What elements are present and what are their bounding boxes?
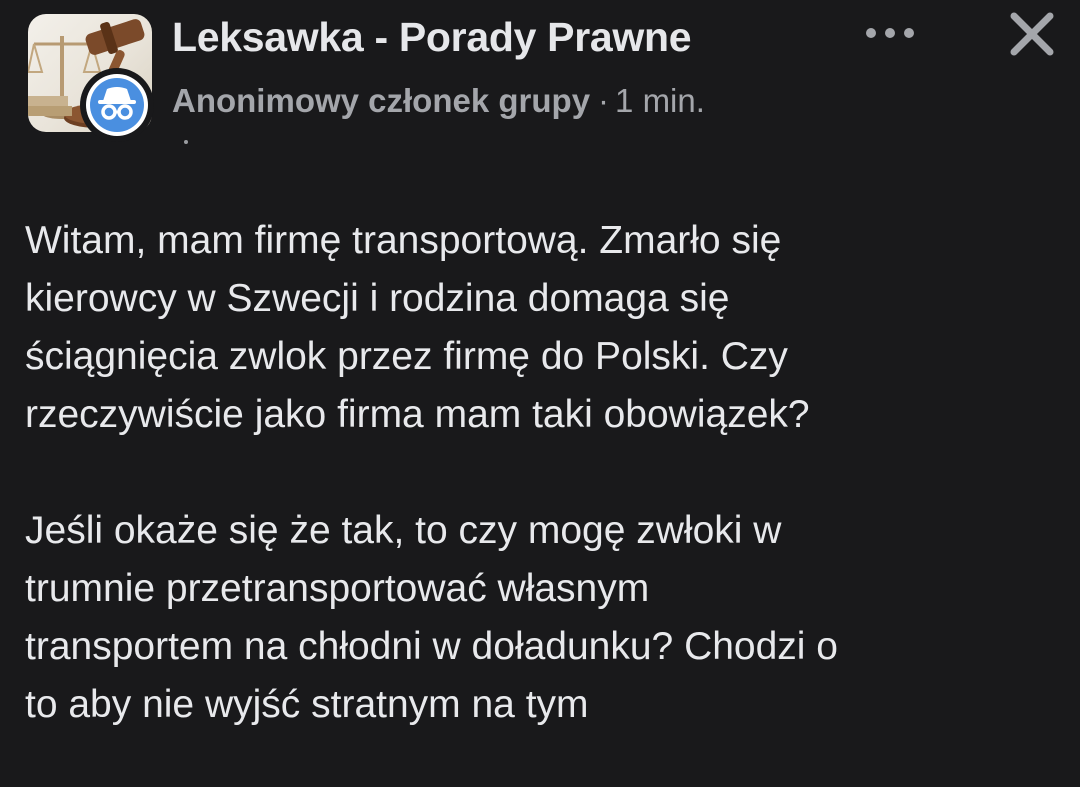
more-options-icon — [904, 28, 914, 38]
text-line: kierowcy w Szwecji i rodzina domaga się — [25, 277, 730, 320]
post-paragraph: Jeśli okaże się że tak, to czy mogę zwło… — [25, 502, 1065, 734]
anonymous-member-icon — [90, 78, 144, 132]
text-line: trumnie przetransportować własnym — [25, 567, 650, 610]
close-icon — [1010, 12, 1054, 56]
close-button[interactable] — [1004, 6, 1060, 62]
text-line: to aby nie wyjść stratnym na tym — [25, 683, 589, 726]
author-name[interactable]: Anonimowy członek grupy — [172, 82, 590, 119]
post-time[interactable]: 1 min. — [615, 82, 705, 119]
text-line: Jeśli okaże się że tak, to czy mogę zwło… — [25, 509, 782, 552]
text-line: ściągnięcia zwlok przez firmę do Polski.… — [25, 335, 788, 378]
text-line: transportem na chłodni w doładunku? Chod… — [25, 625, 839, 668]
post-header: Leksawka - Porady Prawne Anonimowy człon… — [0, 0, 1080, 150]
text-line: Witam, mam firmę transportową. Zmarło si… — [25, 219, 782, 262]
anonymous-member-badge[interactable] — [80, 68, 154, 142]
meta-separator: · — [598, 82, 610, 119]
more-options-button[interactable] — [858, 14, 922, 48]
post-paragraph: Witam, mam firmę transportową. Zmarło si… — [25, 212, 1065, 444]
member-badge-inner — [86, 74, 148, 136]
privacy-dot-icon — [184, 140, 188, 144]
group-name[interactable]: Leksawka - Porady Prawne — [172, 14, 692, 61]
text-line: rzeczywiście jako firma mam taki obowiąz… — [25, 393, 810, 436]
more-options-icon — [866, 28, 876, 38]
post-text: Witam, mam firmę transportową. Zmarło si… — [25, 212, 1065, 734]
post-meta: Anonimowy członek grupy · 1 min. — [172, 82, 705, 120]
more-options-icon — [885, 28, 895, 38]
